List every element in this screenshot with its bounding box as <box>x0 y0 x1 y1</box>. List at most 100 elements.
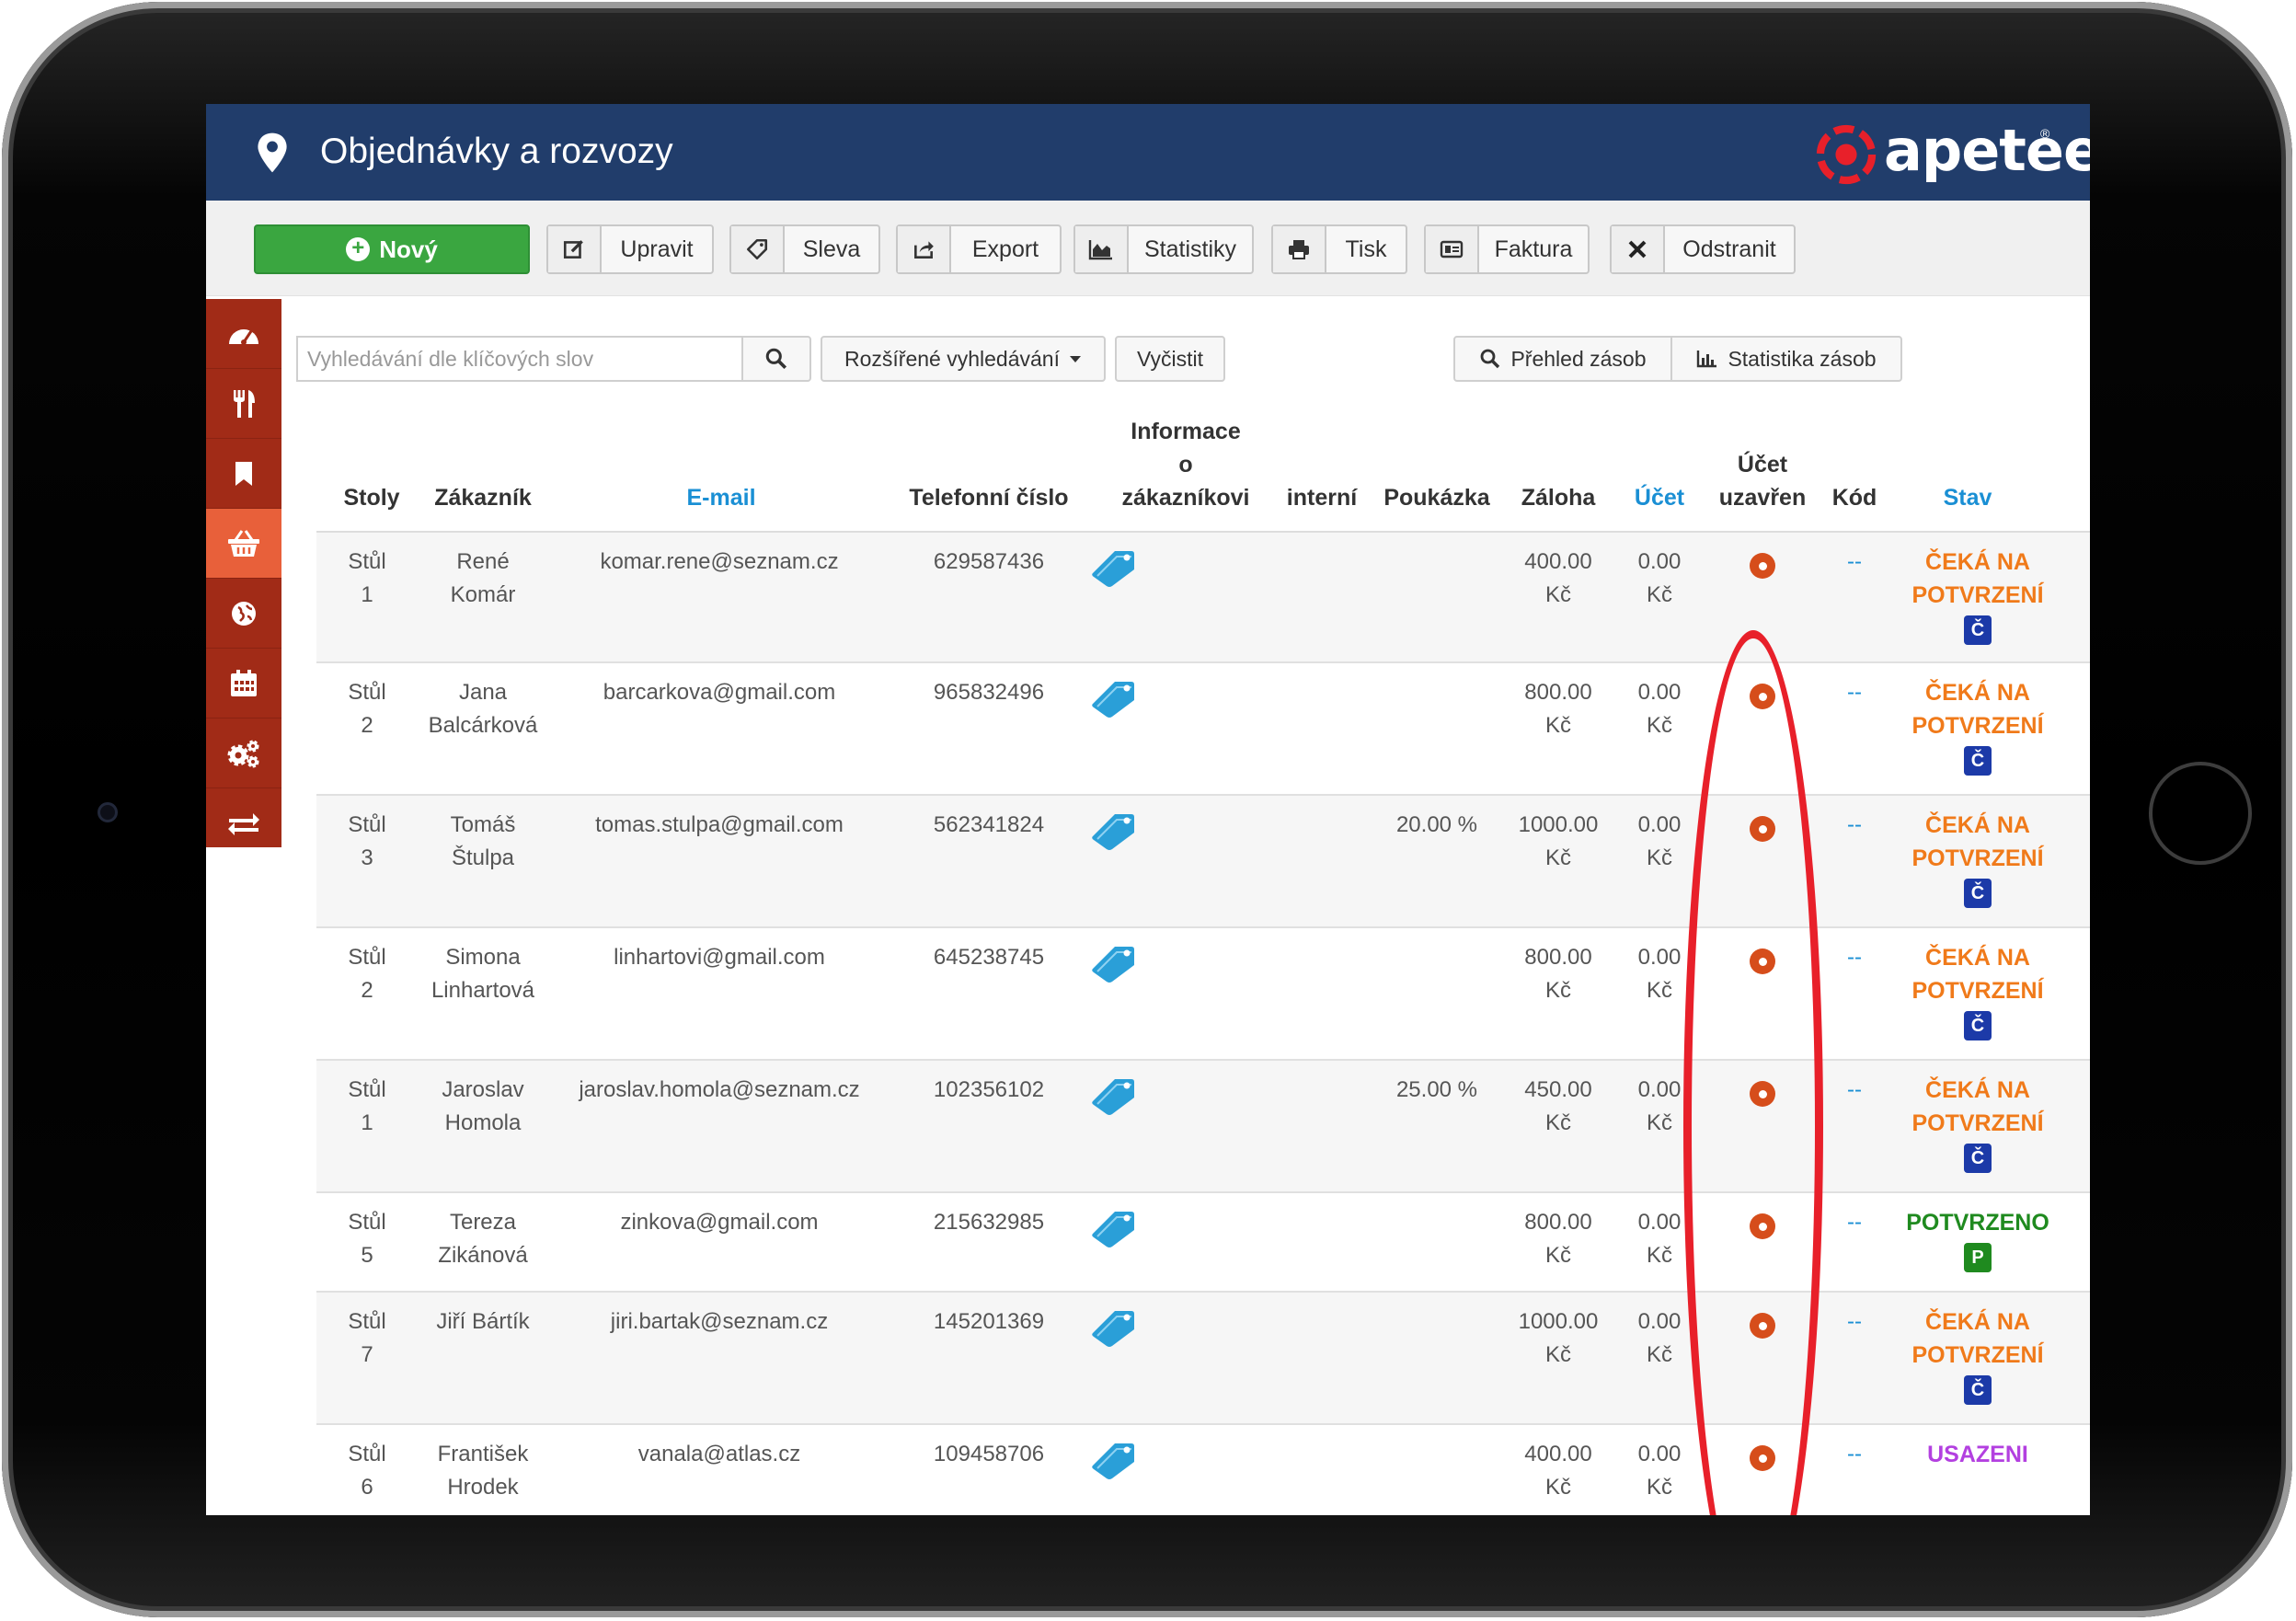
search-input[interactable]: Vyhledávání dle klíčových slov <box>296 336 741 382</box>
bar-chart-icon <box>1697 351 1717 368</box>
cell-deposit: 800.00 Kč <box>1524 945 1592 1003</box>
print-button[interactable]: Tisk <box>1271 224 1407 274</box>
column-header-voucher[interactable]: Poukázka <box>1372 481 1501 514</box>
cell-email[interactable]: zinkova@gmail.com <box>552 1206 887 1239</box>
status-badge[interactable]: ČEKÁ NA POTVRZENÍ Č <box>1886 546 2070 645</box>
cell-phone: 562341824 <box>933 812 1045 837</box>
cell-email[interactable]: linhartovi@gmail.com <box>552 941 887 974</box>
status-badge[interactable]: ČEKÁ NA POTVRZENÍ Č <box>1886 676 2070 776</box>
column-header-bill[interactable]: Účet <box>1613 481 1705 514</box>
status-badge[interactable]: ČEKÁ NA POTVRZENÍ Č <box>1886 809 2070 908</box>
tag-outline-icon <box>731 226 785 272</box>
clear-button[interactable]: Vyčistit <box>1115 336 1225 382</box>
statistics-button[interactable]: Statistiky <box>1073 224 1254 274</box>
status-badge[interactable]: USAZENI <box>1886 1438 2070 1471</box>
table-row[interactable]: Stůl 1 Jaroslav Homola jaroslav.homola@sezna… <box>316 1061 2090 1193</box>
tag-icon[interactable] <box>1089 676 1137 719</box>
sidebar-item-settings[interactable] <box>206 719 281 788</box>
tag-icon[interactable] <box>1089 1305 1137 1348</box>
column-header-email[interactable]: E-mail <box>565 481 878 514</box>
tag-icon[interactable] <box>1089 1206 1137 1248</box>
cell-code: -- <box>1847 680 1862 705</box>
tag-icon[interactable] <box>1089 941 1137 983</box>
column-header-deposit[interactable]: Záloha <box>1503 481 1613 514</box>
cell-email[interactable]: jaroslav.homola@seznam.cz <box>552 1074 887 1107</box>
tag-icon[interactable] <box>1089 546 1137 588</box>
customer-info-line3: zákazníkovi <box>1121 485 1250 511</box>
cell-customer: Tomáš Štulpa <box>450 812 516 870</box>
discount-button[interactable]: Sleva <box>729 224 880 274</box>
search-icon <box>765 348 787 370</box>
column-header-customer-info[interactable]: Informace o zákazníkovi <box>1089 415 1282 514</box>
column-header-tables[interactable]: Stoly <box>326 481 418 514</box>
status-badge[interactable]: POTVRZENO P <box>1886 1206 2070 1272</box>
discount-button-label: Sleva <box>802 236 861 262</box>
stock-statistics-button[interactable]: Statistika zásob <box>1670 336 1902 382</box>
cell-code: -- <box>1847 1442 1862 1466</box>
cell-email[interactable]: tomas.stulpa@gmail.com <box>552 809 887 842</box>
exchange-icon <box>228 813 259 835</box>
table-row[interactable]: Stůl 7 Jiří Bártík jiri.bartak@seznam.cz 145… <box>316 1293 2090 1425</box>
cell-deposit: 400.00 Kč <box>1524 1442 1592 1500</box>
cell-table: Stůl 7 <box>348 1309 386 1367</box>
stock-overview-button[interactable]: Přehled zásob <box>1453 336 1672 382</box>
home-button[interactable] <box>2149 762 2252 865</box>
status-badge[interactable]: ČEKÁ NA POTVRZENÍ Č <box>1886 1074 2070 1173</box>
tag-icon[interactable] <box>1089 809 1137 851</box>
stock-overview-label: Přehled zásob <box>1510 346 1647 371</box>
table-row[interactable]: Stůl 3 Tomáš Štulpa tomas.stulpa@gmail.com 56… <box>316 796 2090 928</box>
column-header-bill-closed[interactable]: Účet uzavřen <box>1705 448 1820 514</box>
share-icon <box>898 226 951 272</box>
status-badge[interactable]: ČEKÁ NA POTVRZENÍ Č <box>1886 1305 2070 1405</box>
table-row[interactable]: Stůl 2 Jana Balcárková barcarkova@gmail.com 9… <box>316 663 2090 796</box>
sidebar-item-restaurant[interactable] <box>206 369 281 439</box>
sidebar-item-web[interactable] <box>206 579 281 649</box>
circle-dot-icon[interactable] <box>1750 553 1775 579</box>
sidebar-item-transfers[interactable] <box>206 788 281 858</box>
column-header-status[interactable]: Stav <box>1899 481 2037 514</box>
dashboard-icon <box>229 328 258 345</box>
sidebar-item-reservations[interactable] <box>206 439 281 509</box>
cell-customer: Jana Balcárková <box>428 680 538 738</box>
column-header-internal[interactable]: interní <box>1271 481 1372 514</box>
utensils-icon <box>234 389 255 418</box>
sidebar-item-calendar[interactable] <box>206 649 281 719</box>
cell-deposit: 1000.00 Kč <box>1518 1309 1599 1367</box>
status-badge[interactable]: ČEKÁ NA POTVRZENÍ Č <box>1886 941 2070 1040</box>
table-row[interactable]: Stůl 1 René Komár komar.rene@seznam.cz 629587… <box>316 533 2090 663</box>
new-button[interactable]: + Nový <box>254 224 530 274</box>
cell-deposit: 1000.00 Kč <box>1518 812 1599 870</box>
delete-button[interactable]: Odstranit <box>1610 224 1796 274</box>
edit-button[interactable]: Upravit <box>546 224 714 274</box>
cell-voucher: 25.00 % <box>1395 1077 1478 1102</box>
column-header-customer[interactable]: Zákazník <box>414 481 552 514</box>
search-button[interactable] <box>741 336 811 382</box>
advanced-search-button[interactable]: Rozšířené vyhledávání <box>821 336 1106 382</box>
tag-icon[interactable] <box>1089 1438 1137 1480</box>
apetee-logo: apetee ® <box>1816 117 2090 189</box>
logo-text: apetee <box>1884 117 2090 184</box>
tag-icon[interactable] <box>1089 1074 1137 1116</box>
table-row[interactable]: Stůl 2 Simona Linhartová linhartovi@gmail.co… <box>316 928 2090 1061</box>
cell-bill: 0.00 Kč <box>1637 812 1682 870</box>
cell-email[interactable]: komar.rene@seznam.cz <box>552 546 887 579</box>
cell-phone: 629587436 <box>933 549 1045 574</box>
cell-code: -- <box>1847 1077 1862 1102</box>
edit-button-label: Upravit <box>620 236 694 262</box>
table-row[interactable]: Stůl 6 František Hrodek vanala@atlas.cz 10945… <box>316 1425 2090 1515</box>
cell-code: -- <box>1847 1210 1862 1235</box>
app-header: Objednávky a rozvozy apetee ® <box>206 104 2090 201</box>
calendar-icon <box>231 669 257 696</box>
cell-email[interactable]: vanala@atlas.cz <box>552 1438 887 1471</box>
sidebar-item-orders[interactable] <box>206 509 281 579</box>
column-header-code[interactable]: Kód <box>1820 481 1889 514</box>
invoice-button[interactable]: Faktura <box>1424 224 1590 274</box>
customer-info-line1: Informace <box>1131 419 1241 444</box>
cell-code: -- <box>1847 945 1862 970</box>
export-button[interactable]: Export <box>896 224 1062 274</box>
table-row[interactable]: Stůl 5 Tereza Zikánová zinkova@gmail.com 2156… <box>316 1193 2090 1293</box>
sidebar-item-dashboard[interactable] <box>206 299 281 369</box>
cell-email[interactable]: jiri.bartak@seznam.cz <box>552 1305 887 1339</box>
column-header-phone[interactable]: Telefonní číslo <box>892 481 1085 514</box>
cell-email[interactable]: barcarkova@gmail.com <box>552 676 887 709</box>
